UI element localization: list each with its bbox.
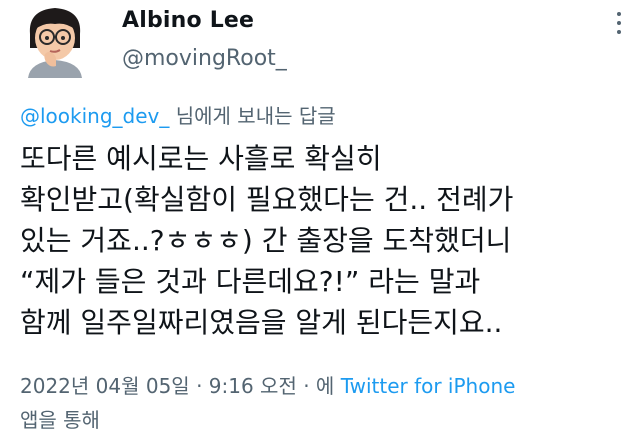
author-handle[interactable]: @movingRoot_ [122, 46, 287, 71]
avatar[interactable] [20, 4, 90, 78]
tweet-line: 함께 일주일짜리였음을 알게 된다든지요.. [20, 306, 503, 339]
replying-to: @looking_dev_ 님에게 보내는 답글 [20, 100, 336, 129]
author-name[interactable]: Albino Lee [122, 8, 254, 33]
tweet-line: 확인받고(확실함이 필요했다는 건.. 전례가 [20, 183, 514, 216]
more-options-icon[interactable] [616, 12, 622, 40]
tweet-text: 또다른 예시로는 사흘로 확실히 확인받고(확실함이 필요했다는 건.. 전례가… [20, 138, 630, 343]
tweet-metadata: 2022년 04월 05일 · 9:16 오전 · 에 Twitter for … [20, 370, 515, 399]
timestamp[interactable]: 2022년 04월 05일 · 9:16 오전 · 에 [20, 374, 341, 398]
replying-suffix: 님에게 보내는 답글 [169, 104, 336, 128]
source-suffix: 앱을 통해 [20, 408, 100, 432]
source-link[interactable]: Twitter for iPhone [341, 374, 516, 398]
mention-link[interactable]: @looking_dev_ [20, 104, 169, 128]
tweet-line: 또다른 예시로는 사흘로 확실히 [20, 142, 382, 175]
tweet-line: “제가 들은 것과 다른데요?!” 라는 말과 [20, 265, 481, 298]
tweet-line: 있는 거죠..?ㅎㅎㅎ) 간 출장을 도착했더니 [20, 224, 512, 257]
